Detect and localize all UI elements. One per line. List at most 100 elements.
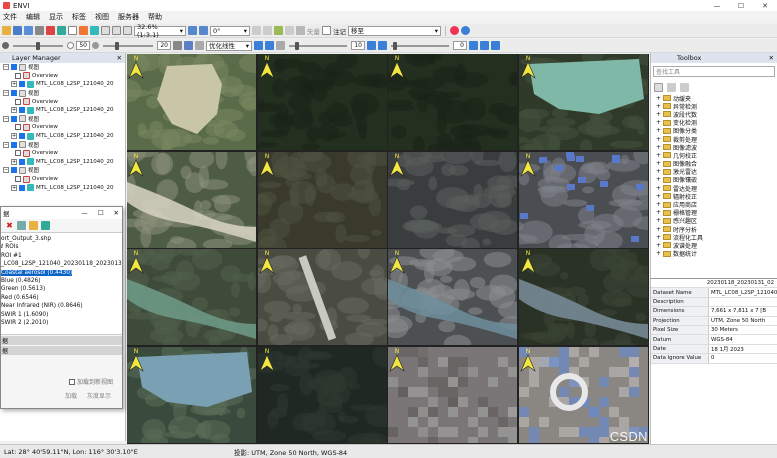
expand-plus-icon[interactable]: +	[656, 176, 663, 183]
overview-checkbox[interactable]	[15, 176, 21, 183]
vector-label[interactable]: 矢量	[307, 26, 320, 36]
data-tree-item[interactable]: ROI #1	[1, 252, 122, 260]
layer-raster-node[interactable]: + MTL_LC08_L2SP_121040_20	[3, 158, 125, 167]
data-tree-item[interactable]: ort_Output_3.shp	[1, 235, 122, 243]
collapse-toggle-icon[interactable]: +	[11, 107, 17, 114]
image-view-tile[interactable]: N	[518, 54, 648, 150]
menu-view[interactable]: 视图	[95, 12, 109, 22]
expand-plus-icon[interactable]: +	[656, 119, 663, 126]
portal-icon[interactable]	[469, 41, 478, 50]
open-icon[interactable]	[2, 26, 11, 35]
save-icon[interactable]	[24, 26, 33, 35]
overview-checkbox[interactable]	[15, 98, 21, 105]
maximize-icon[interactable]: ☐	[729, 2, 753, 10]
export-icon[interactable]	[41, 221, 50, 230]
panel-close-icon[interactable]: ✕	[117, 54, 122, 62]
layer-checkbox[interactable]	[19, 107, 25, 114]
image-view-tile[interactable]: N	[518, 249, 648, 345]
layer-overview-node[interactable]: Overview	[3, 72, 125, 81]
image-view-grid[interactable]: N N N N N N N N N N N N N N N N	[127, 54, 649, 444]
layer-view-node[interactable]: − 视图	[3, 63, 125, 72]
image-view-tile[interactable]: N	[518, 151, 648, 248]
expand-plus-icon[interactable]: +	[656, 168, 663, 175]
menu-display[interactable]: 显示	[49, 12, 63, 22]
menu-server[interactable]: 服务器	[118, 12, 139, 22]
print-icon[interactable]	[35, 26, 44, 35]
link-icon[interactable]	[265, 41, 274, 50]
fly-icon[interactable]	[79, 26, 88, 35]
expand-plus-icon[interactable]: +	[656, 201, 663, 208]
collapse-toggle-icon[interactable]: −	[3, 141, 9, 148]
star-outline-icon[interactable]	[680, 82, 689, 92]
brightness-slider[interactable]	[13, 41, 63, 50]
layer-raster-node[interactable]: + MTL_LC08_L2SP_121040_20	[3, 132, 125, 141]
fit-icon[interactable]	[123, 26, 132, 35]
expand-plus-icon[interactable]: +	[656, 95, 663, 102]
measure-icon[interactable]	[285, 26, 294, 35]
collapse-icon[interactable]	[17, 221, 26, 230]
expand-plus-icon[interactable]: +	[656, 185, 663, 192]
layer-overview-node[interactable]: Overview	[3, 149, 125, 158]
overview-checkbox[interactable]	[15, 124, 21, 131]
image-view-tile[interactable]: N	[257, 151, 387, 248]
collapse-toggle-icon[interactable]: +	[11, 81, 17, 88]
rotate-icon[interactable]	[90, 26, 99, 35]
minimize-icon[interactable]: —	[705, 2, 729, 10]
view-checkbox[interactable]	[11, 90, 17, 97]
blend-icon[interactable]	[480, 41, 489, 50]
stretch-select[interactable]: 优化线性 ▾	[206, 40, 252, 51]
data-tree-item[interactable]: ℓ ROIs	[1, 243, 122, 251]
pin-icon[interactable]	[46, 26, 55, 35]
toolbox-search-input[interactable]: 查找工具	[653, 66, 775, 77]
crosshair-icon[interactable]	[263, 26, 272, 35]
menu-file[interactable]: 文件	[3, 12, 17, 22]
layer-overview-node[interactable]: Overview	[3, 97, 125, 106]
section-bar[interactable]: 据	[1, 346, 122, 355]
expand-plus-icon[interactable]: +	[656, 127, 663, 134]
rotation-select[interactable]: 0° ▾	[210, 25, 250, 36]
help-icon[interactable]	[461, 26, 470, 35]
layer-view-node[interactable]: − 视图	[3, 140, 125, 149]
view-checkbox[interactable]	[11, 167, 17, 174]
layer-raster-node[interactable]: + MTL_LC08_L2SP_121040_20	[3, 80, 125, 89]
collapse-toggle-icon[interactable]: −	[3, 167, 9, 174]
toolbox-folder-item[interactable]: + 数据统计	[656, 250, 777, 258]
overview-checkbox[interactable]	[15, 72, 21, 79]
expand-plus-icon[interactable]: +	[656, 193, 663, 200]
goto-select[interactable]: 移至 ▾	[348, 25, 441, 36]
image-view-tile[interactable]: N	[127, 346, 256, 443]
transparency-value[interactable]: 0	[453, 41, 467, 50]
sharpen-value[interactable]: 10	[351, 41, 365, 50]
data-tree-item[interactable]: Red (0.6546)	[1, 294, 122, 302]
menu-edit[interactable]: 编辑	[26, 12, 40, 22]
collapse-toggle-icon[interactable]: +	[11, 158, 17, 165]
tile-icon[interactable]	[491, 41, 500, 50]
image-view-tile[interactable]: N	[388, 54, 517, 150]
layer-checkbox[interactable]	[19, 158, 25, 165]
section-bar[interactable]: 据	[1, 336, 122, 345]
expand-plus-icon[interactable]: +	[656, 111, 663, 118]
brightness-reset-icon[interactable]	[67, 42, 74, 49]
expand-plus-icon[interactable]: +	[656, 234, 663, 241]
layer-raster-node[interactable]: + MTL_LC08_L2SP_121040_20	[3, 183, 125, 192]
expand-plus-icon[interactable]: +	[656, 136, 663, 143]
view-checkbox[interactable]	[11, 141, 17, 148]
layer-overview-node[interactable]: Overview	[3, 175, 125, 184]
data-tree-item[interactable]: _LC08_L2SP_121040_20230118_20230131_02_	[1, 260, 122, 268]
layer-raster-node[interactable]: + MTL_LC08_L2SP_121040_20	[3, 106, 125, 115]
expand-plus-icon[interactable]: +	[656, 242, 663, 249]
grayscale-button[interactable]: 灰度显示	[87, 391, 111, 400]
expand-plus-icon[interactable]: +	[656, 144, 663, 151]
data-tree-item[interactable]: Blue (0.4826)	[1, 277, 122, 285]
image-view-tile[interactable]: N	[127, 151, 256, 248]
brightness-value[interactable]: 50	[76, 41, 90, 50]
image-view-tile[interactable]: N	[257, 249, 387, 345]
swipe-icon[interactable]	[367, 41, 376, 50]
app-store-icon[interactable]	[450, 26, 459, 35]
image-view-tile[interactable]: N	[257, 54, 387, 150]
expand-plus-icon[interactable]: +	[656, 103, 663, 110]
stretch-reset-icon[interactable]	[195, 41, 204, 50]
pan-icon[interactable]	[68, 26, 77, 35]
expand-plus-icon[interactable]: +	[656, 152, 663, 159]
histogram-icon[interactable]	[173, 41, 182, 50]
